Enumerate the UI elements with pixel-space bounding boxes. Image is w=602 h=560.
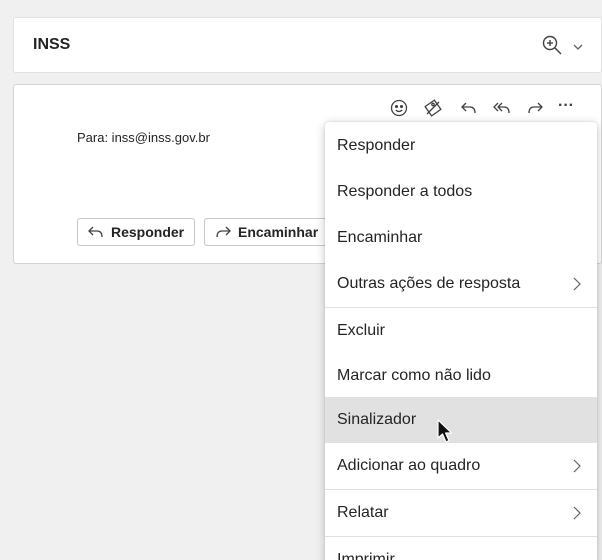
- forward-icon: [216, 226, 231, 238]
- reply-all-icon[interactable]: [491, 97, 513, 119]
- chevron-right-icon: [573, 277, 581, 291]
- conversation-title: INSS: [33, 36, 71, 53]
- menu-item-label: Encaminhar: [337, 229, 423, 246]
- reply-icon[interactable]: [458, 97, 480, 119]
- menu-item-label: Excluir: [337, 322, 386, 339]
- menu-item-label: Adicionar ao quadro: [337, 457, 481, 474]
- menu-item-forward[interactable]: Encaminhar: [325, 215, 597, 261]
- zoom-in-icon[interactable]: [541, 34, 563, 56]
- menu-item-print[interactable]: Imprimir: [325, 537, 597, 560]
- menu-item-add-to-board[interactable]: Adicionar ao quadro: [325, 443, 597, 489]
- menu-item-label: Responder: [337, 137, 416, 154]
- conversation-header: INSS: [13, 17, 602, 73]
- menu-item-label: Marcar como não lido: [337, 367, 491, 384]
- more-options-icon[interactable]: ···: [558, 97, 580, 119]
- forward-button-label: Encaminhar: [238, 224, 319, 240]
- reply-button-label: Responder: [111, 224, 185, 240]
- menu-item-reply-all[interactable]: Responder a todos: [325, 169, 597, 215]
- menu-item-label: Sinalizador: [337, 411, 417, 428]
- mouse-cursor-icon: [437, 419, 453, 443]
- forward-icon[interactable]: [524, 97, 546, 119]
- message-context-menu: Responder Responder a todos Encaminhar O…: [325, 122, 597, 560]
- tag-icon[interactable]: [422, 97, 444, 119]
- menu-item-label: Responder a todos: [337, 183, 473, 200]
- recipient-line: Para: inss@inss.gov.br: [77, 130, 210, 145]
- menu-item-flag[interactable]: Sinalizador: [325, 397, 597, 443]
- menu-item-mark-unread[interactable]: Marcar como não lido: [325, 353, 597, 399]
- menu-item-label: Imprimir: [337, 551, 395, 560]
- menu-item-delete[interactable]: Excluir: [325, 308, 597, 354]
- reply-button[interactable]: Responder: [77, 218, 196, 246]
- menu-item-other-reply-actions[interactable]: Outras ações de resposta: [325, 261, 597, 307]
- menu-item-report[interactable]: Relatar: [325, 490, 597, 536]
- forward-button[interactable]: Encaminhar: [204, 218, 344, 246]
- reply-icon: [88, 226, 103, 238]
- menu-item-reply[interactable]: Responder: [325, 123, 597, 169]
- emoji-icon[interactable]: [388, 97, 410, 119]
- left-strip: [0, 0, 13, 560]
- chevron-right-icon: [573, 506, 581, 520]
- menu-item-label: Relatar: [337, 504, 389, 521]
- chevron-right-icon: [573, 459, 581, 473]
- menu-item-label: Outras ações de resposta: [337, 275, 521, 292]
- chevron-down-icon[interactable]: [572, 42, 584, 52]
